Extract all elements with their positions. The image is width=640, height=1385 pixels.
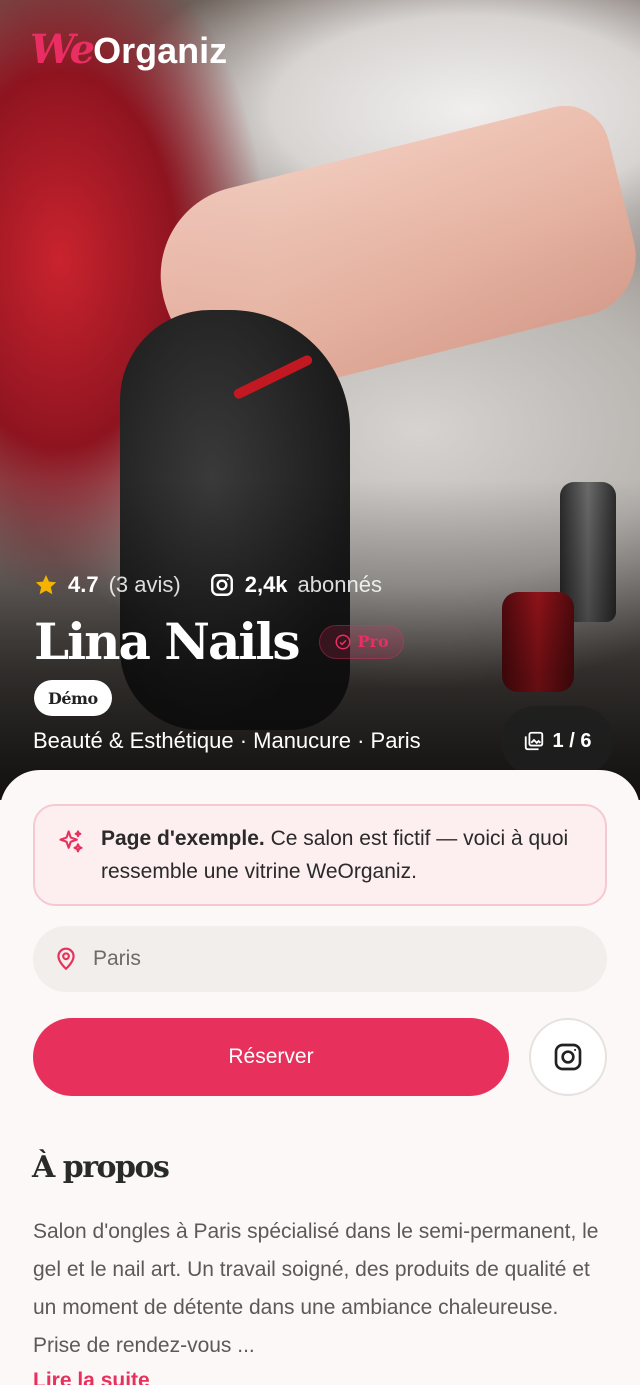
category-line: Beauté & Esthétique · Manucure · Paris (33, 728, 421, 753)
rating-value: 4.7 (68, 572, 99, 597)
notice-text: Page d'exemple. Ce salon est fictif — vo… (101, 822, 583, 884)
pro-label: Pro (357, 632, 389, 651)
instagram-button[interactable] (529, 1018, 607, 1096)
brand-logo[interactable]: We Organiz (30, 26, 227, 73)
sparkles-icon (59, 830, 83, 853)
location-field[interactable]: Paris (33, 926, 607, 992)
logo-text: Organiz (93, 30, 228, 71)
read-more-link[interactable]: Lire la suite (33, 1369, 150, 1385)
pro-badge: Pro (318, 624, 404, 659)
gallery-icon (524, 731, 543, 751)
hero-stats: 4.7 (3 avis) 2,4k abonnés (34, 572, 382, 598)
followers-count: 2,4k (244, 572, 288, 597)
notice-bold: Page d'exemple. (101, 827, 265, 850)
title-row: Lina Nails Pro (34, 612, 404, 671)
demo-notice: Page d'exemple. Ce salon est fictif — vo… (33, 804, 607, 906)
followers-label: abonnés (297, 572, 382, 597)
gallery-counter: 1 / 6 (552, 729, 592, 752)
instagram-icon (554, 1043, 582, 1071)
logo-accent: We (30, 26, 95, 73)
check-circle-icon (335, 634, 351, 649)
reviews-count[interactable]: (3 avis) (109, 572, 181, 598)
instagram-icon (210, 574, 233, 596)
about-title: À propos (32, 1150, 170, 1185)
location-value: Paris (93, 947, 141, 970)
gallery-button[interactable]: 1 / 6 (501, 706, 613, 776)
page-title: Lina Nails (34, 612, 301, 671)
star-icon (35, 575, 57, 595)
location-pin-icon (57, 947, 75, 971)
about-text: Salon d'ongles à Paris spécialisé dans l… (33, 1220, 599, 1357)
reserve-button[interactable]: Réserver (33, 1018, 509, 1096)
demo-badge: Démo (34, 680, 112, 716)
